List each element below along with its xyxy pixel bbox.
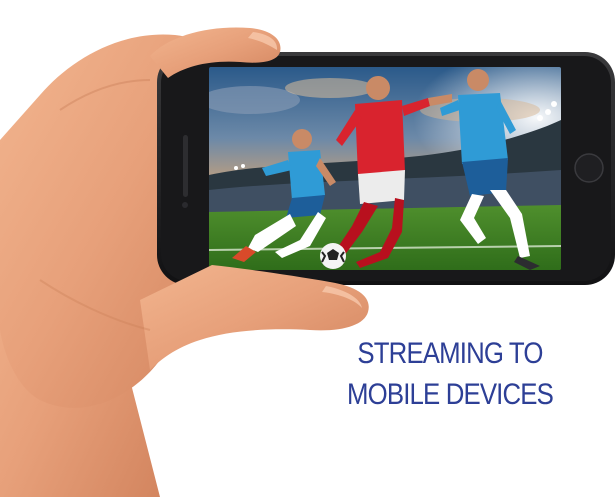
speaker-slot <box>183 135 188 197</box>
headline: STREAMING TO MOBILE DEVICES <box>321 333 579 415</box>
soccer-match-scene <box>209 67 561 270</box>
hand-holding-phone-illustration <box>0 27 615 497</box>
headline-line-2: MOBILE DEVICES <box>347 378 554 411</box>
ad-banner: STREAMING TO MOBILE DEVICES <box>0 0 616 497</box>
headline-line-1: STREAMING TO <box>357 337 543 370</box>
front-camera <box>182 202 188 208</box>
soccer-ball <box>320 243 346 269</box>
home-button <box>574 153 604 183</box>
